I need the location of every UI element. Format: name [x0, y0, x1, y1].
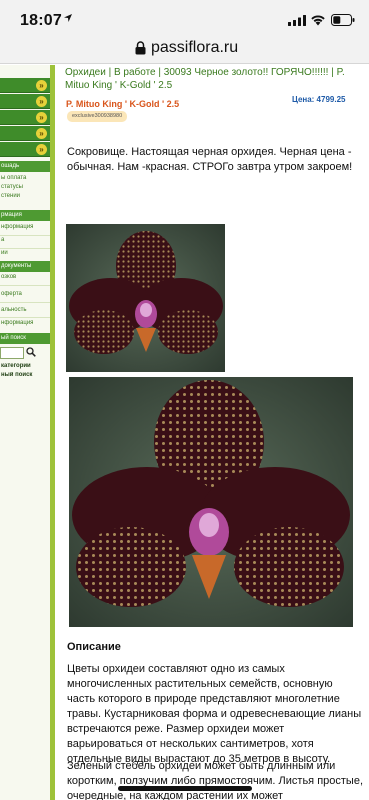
breadcrumb: Орхидеи | В работе | 30093 Черное золото…	[65, 66, 365, 92]
chevron-right-icon: »	[36, 112, 47, 123]
sidebar-menu-item[interactable]: »	[0, 110, 50, 125]
search-icon[interactable]	[26, 347, 36, 357]
sidebar-menu-item[interactable]: »	[0, 94, 50, 109]
sku-badge: exclusive300938980	[67, 111, 128, 122]
sidebar-link[interactable]: озков	[0, 274, 50, 280]
status-time: 18:07	[20, 12, 62, 29]
sidebar-divider	[0, 235, 50, 236]
sidebar-section-header: ый поиск	[0, 333, 50, 344]
sidebar-menu-item[interactable]: »	[0, 126, 50, 141]
breadcrumb-item[interactable]: В работе	[114, 67, 156, 78]
wifi-icon	[311, 15, 325, 26]
description-heading: Описание	[67, 641, 121, 653]
chevron-right-icon: »	[36, 96, 47, 107]
sidebar-section-header: ошадь	[0, 161, 50, 172]
signal-bars-icon	[288, 15, 306, 26]
breadcrumb-item[interactable]: 30093 Черное золото!! ГОРЯЧО!!!!!!	[164, 67, 329, 78]
sidebar-divider	[0, 285, 50, 286]
breadcrumb-separator: |	[105, 67, 114, 78]
product-description: Сокровище. Настоящая черная орхидея. Чер…	[67, 146, 353, 173]
sidebar-link[interactable]: нформация	[0, 320, 50, 326]
left-sidebar: » » » » » ошадь ы оплата статусы стений …	[0, 65, 55, 800]
battery-icon	[331, 14, 355, 26]
sidebar-link[interactable]: стений	[0, 193, 50, 199]
status-bar: 18:07	[0, 0, 369, 34]
address-bar[interactable]: passiflora.ru	[0, 34, 369, 64]
product-price: Цена: 4799.25	[292, 95, 346, 104]
sidebar-link[interactable]: ы оплата	[0, 175, 50, 181]
sidebar-link[interactable]: ии	[0, 250, 50, 256]
sidebar-menu-item[interactable]: »	[0, 78, 50, 93]
sidebar-link[interactable]: нформация	[0, 224, 50, 230]
sidebar-divider	[0, 302, 50, 303]
chevron-right-icon: »	[36, 80, 47, 91]
sidebar-section-header: рмация	[0, 210, 50, 221]
description-paragraph: Зеленый стебель орхидеи может быть длинн…	[67, 760, 364, 800]
breadcrumb-separator: |	[155, 67, 164, 78]
breadcrumb-separator: |	[328, 67, 337, 78]
orchid-photo-large[interactable]	[69, 377, 353, 627]
sidebar-search-categories-link[interactable]: категории	[0, 363, 50, 369]
home-indicator[interactable]	[118, 786, 252, 791]
location-arrow-icon	[64, 14, 72, 22]
chevron-right-icon: »	[36, 144, 47, 155]
sidebar-link[interactable]: альность	[0, 307, 50, 313]
main-content: Орхидеи | В работе | 30093 Черное золото…	[55, 65, 369, 800]
sidebar-link[interactable]: статусы	[0, 184, 50, 190]
sidebar-divider	[0, 248, 50, 249]
lock-icon	[135, 41, 146, 55]
product-title: P. Mituo King ' K-Gold ' 2.5	[66, 99, 180, 109]
sidebar-search-input[interactable]	[0, 347, 24, 359]
sidebar-section-header: документы	[0, 261, 50, 272]
breadcrumb-item[interactable]: Орхидеи	[65, 67, 106, 78]
orchid-photo-small[interactable]	[66, 224, 225, 372]
description-paragraph: Цветы орхидеи составляют одно из самых м…	[67, 663, 362, 765]
sidebar-link[interactable]: оферта	[0, 291, 50, 297]
url-text[interactable]: passiflora.ru	[151, 39, 238, 57]
sidebar-link[interactable]: а	[0, 237, 50, 243]
sidebar-divider	[0, 317, 50, 318]
sidebar-menu-item[interactable]: »	[0, 142, 50, 157]
sidebar-advanced-search-link[interactable]: ный поиск	[0, 372, 50, 378]
chevron-right-icon: »	[36, 128, 47, 139]
